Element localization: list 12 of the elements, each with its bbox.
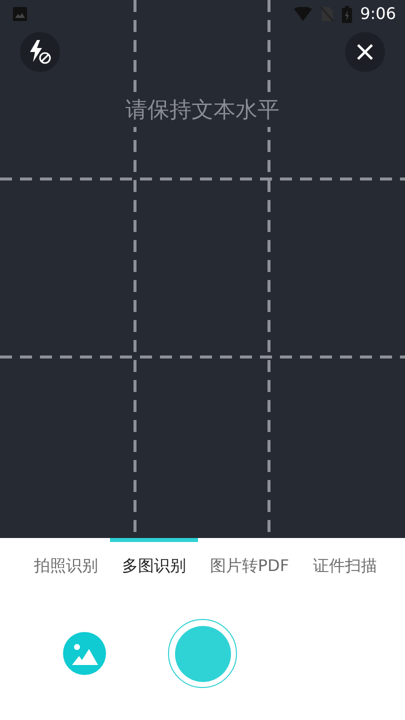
mode-tab[interactable]: 图片转PDF [198,538,302,590]
status-time: 9:06 [360,3,396,25]
battery-icon [342,6,352,22]
mode-tab[interactable]: 多图识别 [110,538,198,590]
mode-tab[interactable]: 拍照识别 [22,538,110,590]
close-button[interactable] [345,32,385,72]
wifi-icon [294,7,312,21]
mode-tab[interactable]: 证件扫描 [301,538,390,590]
close-icon [356,43,374,61]
image-icon [12,6,28,22]
picture-icon [72,642,98,664]
flash-button[interactable] [20,32,60,72]
